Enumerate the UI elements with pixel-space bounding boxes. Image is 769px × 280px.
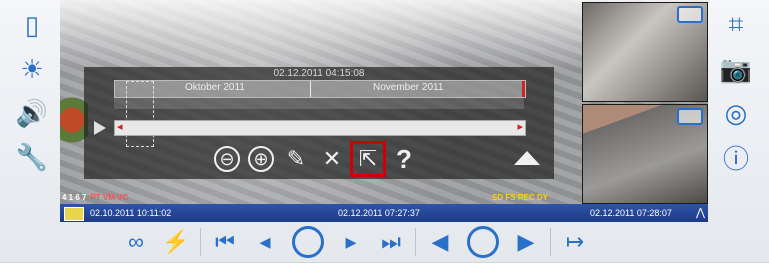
info-icon[interactable]: ⓘ bbox=[716, 138, 756, 176]
selection-range[interactable] bbox=[126, 81, 154, 147]
playback-overlay-panel: 02.12.2011 04:15:08 Oktober 2011 Novembe… bbox=[84, 67, 554, 179]
channel-flags: PT VM VC bbox=[90, 192, 129, 202]
timeline-month-1: Oktober 2011 bbox=[185, 82, 245, 93]
right-toolbar: ⌗ 📷 ◎ ⓘ bbox=[708, 0, 764, 206]
marker-icon[interactable]: ✎ bbox=[282, 145, 310, 173]
speaker-icon[interactable]: 🔊 bbox=[12, 94, 52, 132]
tape-icon bbox=[677, 108, 703, 125]
mountain-icon[interactable]: ⋀ bbox=[696, 206, 705, 219]
collapse-up-icon[interactable] bbox=[514, 151, 540, 165]
current-date: 02.12.2011 07:27:37 bbox=[338, 208, 420, 218]
recording-flags: SD FS REC DY bbox=[492, 192, 549, 202]
date-bar: 02.10.2011 10:11:02 02.12.2011 07:27:37 … bbox=[60, 204, 708, 222]
next-event-icon[interactable]: ▸ bbox=[331, 225, 371, 259]
camera-thumbnail-2[interactable] bbox=[582, 104, 708, 204]
link-icon[interactable]: ∞ bbox=[116, 225, 156, 259]
toolbar-divider bbox=[200, 228, 201, 256]
month-timeline[interactable]: Oktober 2011 November 2011 bbox=[114, 80, 526, 98]
scroll-right-icon[interactable]: ▸ bbox=[517, 120, 523, 133]
play-center-icon[interactable] bbox=[467, 226, 499, 258]
status-strip: 4 1 6 7 PT VM VC SD FS REC DY bbox=[60, 190, 708, 204]
forward-icon[interactable]: ▶ bbox=[506, 225, 546, 259]
scroll-left-icon[interactable]: ◂ bbox=[117, 120, 123, 133]
wrench-icon[interactable]: 🔧 bbox=[12, 138, 52, 176]
play-arrow-icon[interactable] bbox=[94, 121, 106, 135]
channel-numbers: 4 1 6 7 bbox=[62, 192, 87, 202]
camera-thumbnail-1[interactable] bbox=[582, 2, 708, 102]
start-date: 02.10.2011 10:11:02 bbox=[90, 208, 172, 218]
close-icon[interactable]: ✕ bbox=[318, 145, 346, 173]
app-window: ▯ ☀ 🔊 🔧 ⌗ 📷 ◎ ⓘ 02.12.2011 04:15:08 Okto… bbox=[0, 0, 769, 280]
playback-toolbar: ∞ ⚡ ⏮ ◂ ▸ ⏭ ◀ ▶ ↦ bbox=[60, 224, 708, 260]
zoom-out-icon[interactable]: ⊖ bbox=[214, 146, 240, 172]
bottom-strip bbox=[0, 262, 769, 280]
export-icon[interactable]: ⇱ bbox=[350, 141, 386, 177]
end-date: 02.12.2011 07:28:07 bbox=[590, 208, 672, 218]
door-icon[interactable]: ▯ bbox=[12, 6, 52, 44]
skip-last-icon[interactable]: ⏭ bbox=[371, 225, 411, 259]
timeline-scrollbar[interactable]: ◂ ▸ bbox=[114, 120, 526, 136]
skip-first-icon[interactable]: ⏮ bbox=[205, 225, 245, 259]
zoom-in-icon[interactable]: ⊕ bbox=[248, 146, 274, 172]
calendar-icon[interactable] bbox=[64, 207, 84, 221]
timeline-current-marker bbox=[522, 81, 525, 97]
toolbar-divider bbox=[415, 228, 416, 256]
timeline-month-2: November 2011 bbox=[373, 82, 444, 93]
help-icon[interactable]: ? bbox=[390, 144, 418, 174]
prev-event-icon[interactable]: ◂ bbox=[245, 225, 285, 259]
left-toolbar: ▯ ☀ 🔊 🔧 bbox=[4, 0, 60, 206]
timeline-divider bbox=[310, 81, 311, 97]
camera-icon[interactable]: 📷 bbox=[716, 50, 756, 88]
jump-to-end-icon[interactable]: ↦ bbox=[555, 225, 595, 259]
lifebuoy-icon[interactable]: ◎ bbox=[716, 94, 756, 132]
toolbar-divider bbox=[550, 228, 551, 256]
alarm-frame-icon[interactable]: ⚡ bbox=[156, 225, 196, 259]
play-round-icon[interactable] bbox=[292, 226, 324, 258]
event-track[interactable] bbox=[114, 98, 524, 109]
rewind-icon[interactable]: ◀ bbox=[420, 225, 460, 259]
light-icon[interactable]: ☀ bbox=[12, 50, 52, 88]
crop-icon[interactable]: ⌗ bbox=[716, 6, 756, 44]
overlay-tools: ⊖ ⊕ ✎ ✕ ⇱ ? bbox=[214, 141, 418, 177]
tape-icon bbox=[677, 6, 703, 23]
overlay-timestamp: 02.12.2011 04:15:08 bbox=[273, 68, 365, 79]
